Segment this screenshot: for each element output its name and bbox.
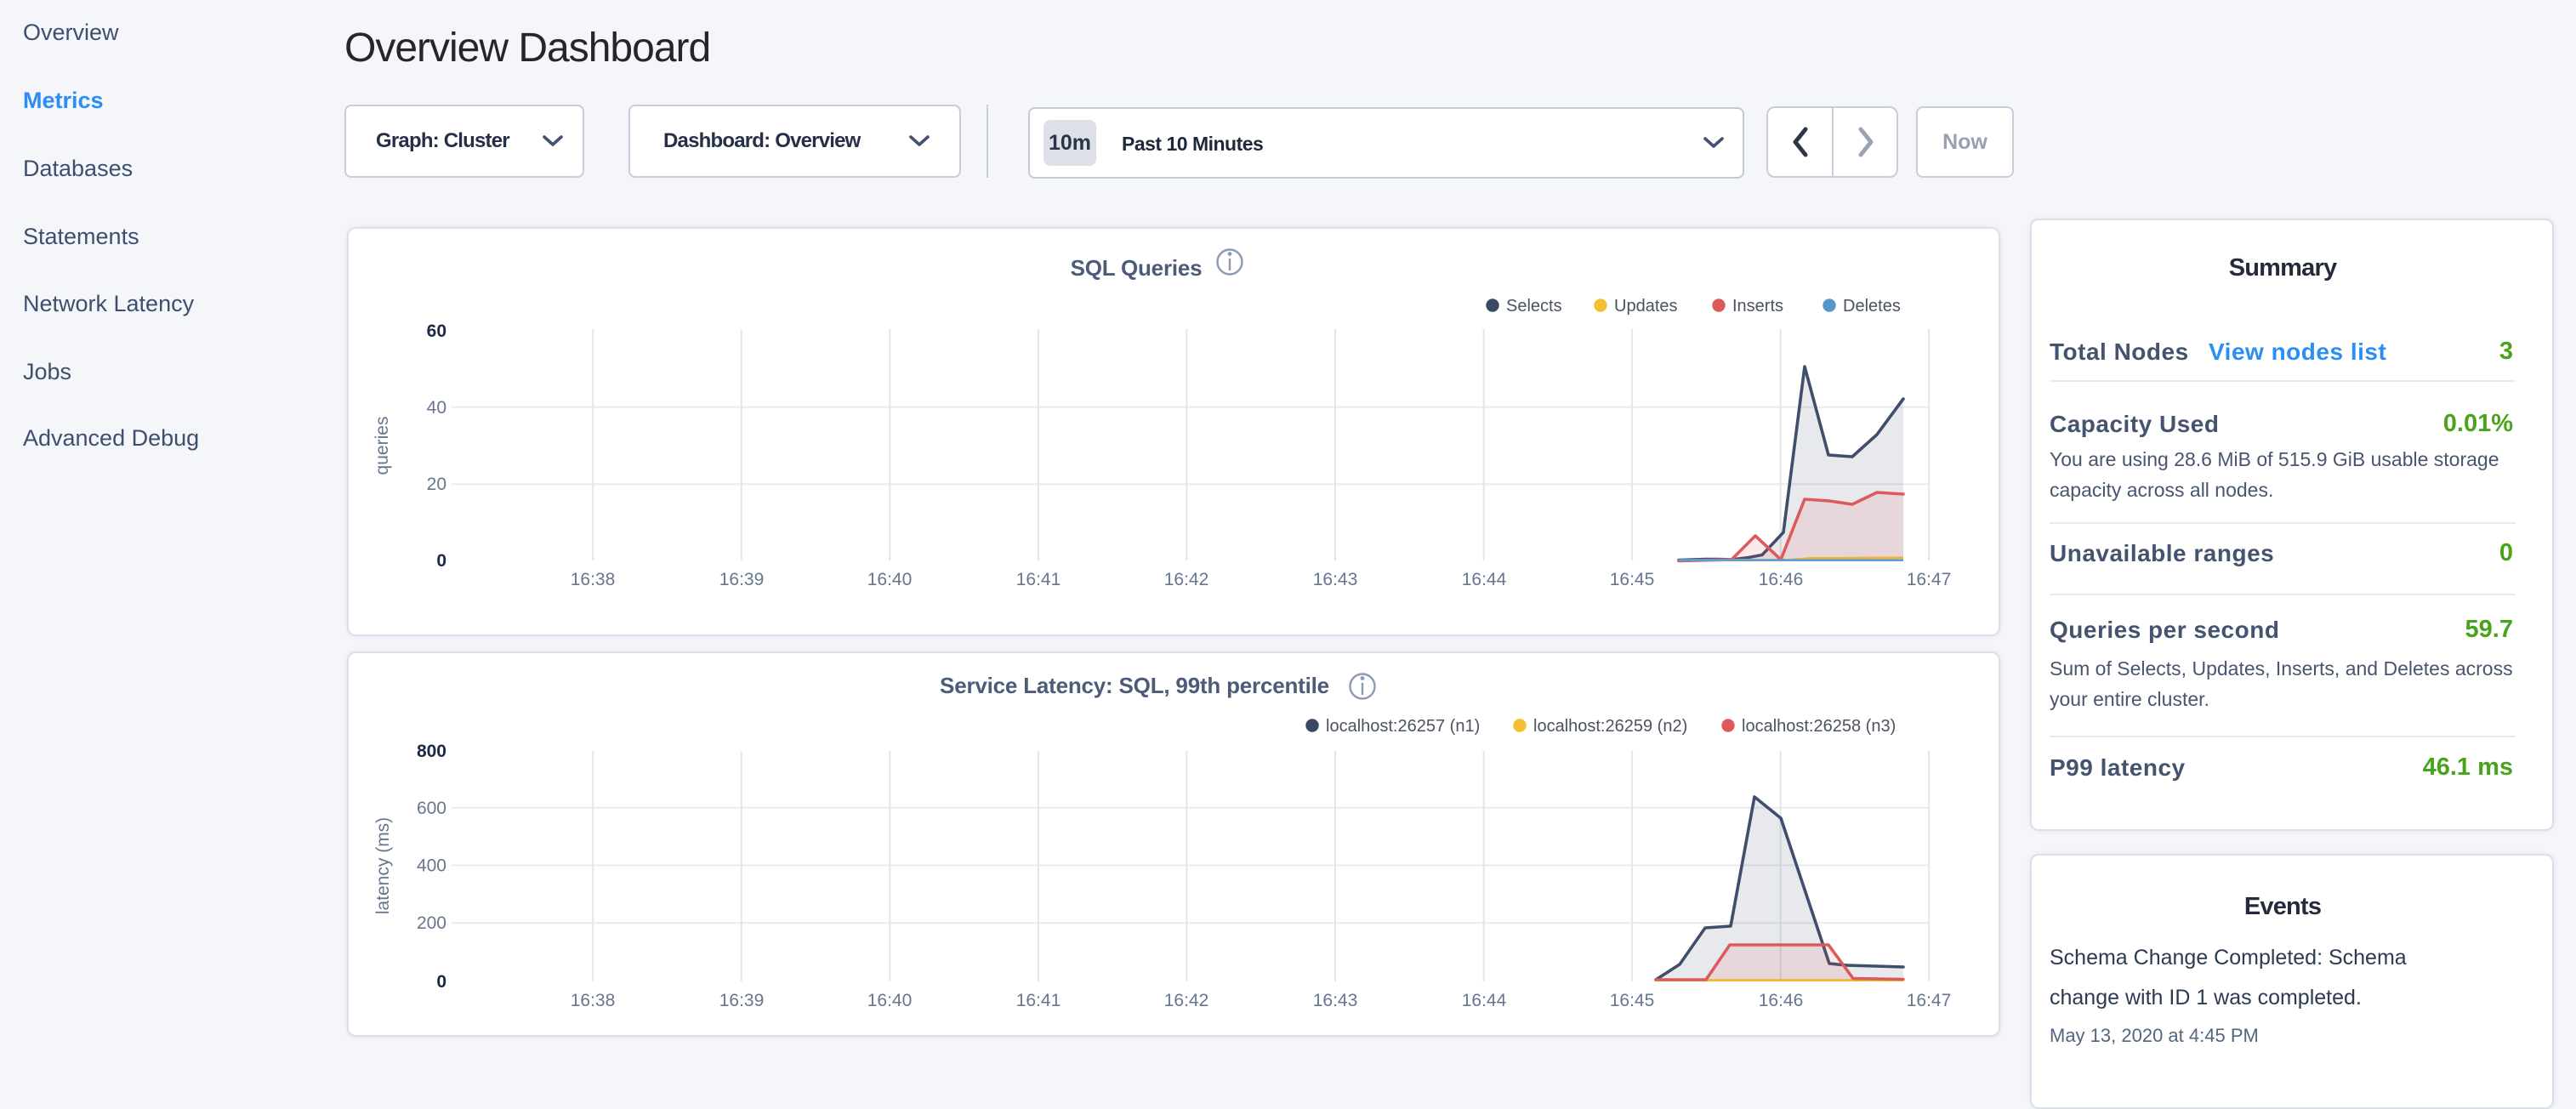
svg-text:localhost:26258 (n3): localhost:26258 (n3) — [1742, 717, 1896, 736]
svg-text:16:39: 16:39 — [719, 570, 765, 589]
svg-text:40: 40 — [427, 398, 446, 418]
svg-text:16:42: 16:42 — [1164, 570, 1209, 589]
svg-text:0: 0 — [436, 551, 446, 571]
svg-text:800: 800 — [417, 742, 446, 761]
svg-text:16:41: 16:41 — [1016, 991, 1061, 1010]
svg-text:400: 400 — [417, 856, 446, 876]
svg-text:Inserts: Inserts — [1732, 297, 1783, 316]
svg-text:latency (ms): latency (ms) — [373, 817, 393, 914]
svg-text:localhost:26259 (n2): localhost:26259 (n2) — [1533, 717, 1687, 736]
svg-text:16:44: 16:44 — [1462, 570, 1507, 589]
svg-text:localhost:26257 (n1): localhost:26257 (n1) — [1326, 717, 1480, 736]
svg-text:60: 60 — [427, 321, 446, 341]
svg-text:16:44: 16:44 — [1462, 991, 1507, 1010]
svg-text:16:43: 16:43 — [1313, 570, 1358, 589]
svg-text:Deletes: Deletes — [1843, 297, 1901, 316]
svg-text:16:40: 16:40 — [867, 570, 913, 589]
svg-text:16:47: 16:47 — [1907, 570, 1952, 589]
svg-text:16:39: 16:39 — [719, 991, 765, 1010]
svg-text:16:47: 16:47 — [1907, 991, 1952, 1010]
svg-text:queries: queries — [372, 417, 392, 475]
svg-text:0: 0 — [436, 972, 446, 992]
svg-text:16:40: 16:40 — [867, 991, 913, 1010]
svg-text:16:43: 16:43 — [1313, 991, 1358, 1010]
svg-text:Updates: Updates — [1614, 297, 1678, 316]
svg-text:16:45: 16:45 — [1610, 570, 1655, 589]
svg-text:16:42: 16:42 — [1164, 991, 1209, 1010]
svg-text:16:38: 16:38 — [571, 991, 616, 1010]
svg-text:200: 200 — [417, 913, 446, 933]
svg-text:16:46: 16:46 — [1759, 991, 1804, 1010]
svg-text:600: 600 — [417, 799, 446, 818]
svg-text:16:41: 16:41 — [1016, 570, 1061, 589]
svg-text:16:38: 16:38 — [571, 570, 616, 589]
svg-text:16:46: 16:46 — [1759, 570, 1804, 589]
svg-text:16:45: 16:45 — [1610, 991, 1655, 1010]
svg-text:20: 20 — [427, 475, 446, 494]
svg-text:Selects: Selects — [1506, 297, 1562, 316]
svg-text:Service Latency: SQL, 99th per: Service Latency: SQL, 99th percentile — [940, 673, 1329, 698]
svg-text:SQL Queries: SQL Queries — [1071, 255, 1203, 281]
